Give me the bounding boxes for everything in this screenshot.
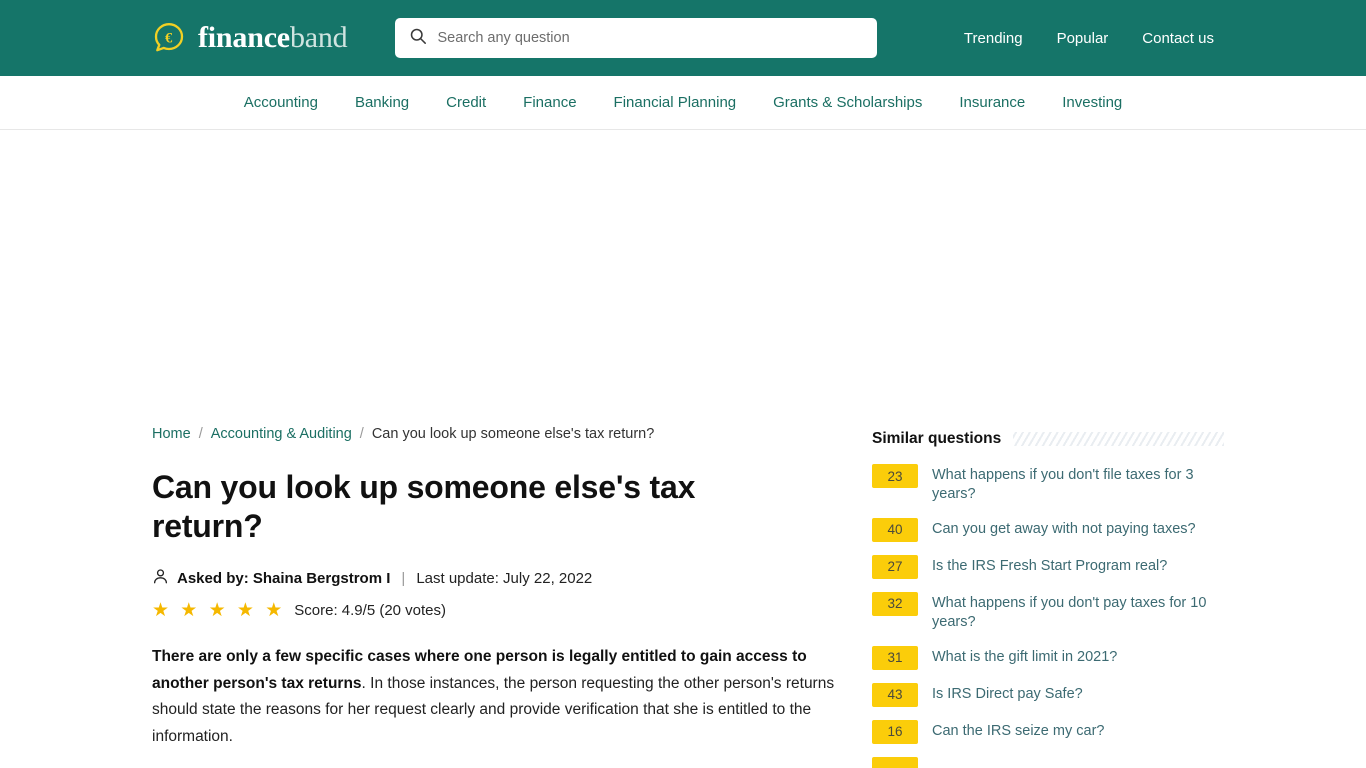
category-financial-planning[interactable]: Financial Planning	[614, 94, 737, 111]
breadcrumb: Home / Accounting & Auditing / Can you l…	[152, 426, 842, 442]
breadcrumb-home[interactable]: Home	[152, 426, 191, 442]
top-nav-popular[interactable]: Popular	[1057, 30, 1109, 47]
category-credit[interactable]: Credit	[446, 94, 486, 111]
rating-score: Score: 4.9/5 (20 votes)	[294, 602, 447, 620]
hatch-decoration	[1013, 432, 1224, 446]
star-rating-icon: ★ ★ ★ ★ ★	[152, 600, 286, 622]
site-header: € financeband Trending Popular Contact u…	[0, 0, 1366, 76]
question-link-label: What happens if you don't pay taxes for …	[932, 594, 1207, 631]
euro-speech-bubble-icon: €	[152, 21, 186, 55]
similar-questions-list: 23 What happens if you don't file taxes …	[872, 464, 1224, 768]
list-item[interactable]: 31 What is the gift limit in 2021?	[872, 645, 1224, 670]
category-finance[interactable]: Finance	[523, 94, 576, 111]
category-grants-scholarships[interactable]: Grants & Scholarships	[773, 94, 922, 111]
article-byline: Asked by: Shaina Bergstrom I | Last upda…	[152, 568, 842, 589]
site-logo[interactable]: € financeband	[152, 21, 348, 55]
similar-questions-header: Similar questions	[872, 430, 1224, 448]
breadcrumb-category[interactable]: Accounting & Auditing	[211, 426, 352, 442]
question-link-label: Is IRS Direct pay Safe?	[932, 685, 1083, 702]
svg-text:€: €	[165, 30, 173, 46]
question-link-label: What is the gift limit in 2021?	[932, 648, 1118, 665]
similar-questions-title: Similar questions	[872, 430, 1002, 447]
question-count-badge: 43	[872, 682, 918, 707]
question-count-badge: 16	[872, 719, 918, 744]
byline-separator: |	[401, 570, 406, 588]
question-count-badge: 23	[872, 464, 918, 488]
list-item[interactable]: 43 Is IRS Direct pay Safe?	[872, 682, 1224, 707]
breadcrumb-current: Can you look up someone else's tax retur…	[371, 426, 655, 442]
question-count-badge	[872, 756, 918, 768]
logo-text-light: band	[289, 21, 348, 54]
search-icon	[409, 27, 427, 50]
category-banking[interactable]: Banking	[355, 94, 409, 111]
category-accounting[interactable]: Accounting	[244, 94, 318, 111]
search-bar[interactable]	[395, 18, 878, 58]
breadcrumb-separator: /	[359, 426, 364, 442]
list-item[interactable]: 32 What happens if you don't pay taxes f…	[872, 591, 1224, 633]
article: Home / Accounting & Auditing / Can you l…	[152, 426, 842, 751]
breadcrumb-separator: /	[198, 426, 203, 442]
question-link-label: What happens if you don't file taxes for…	[932, 467, 1194, 503]
last-update: Last update: July 22, 2022	[416, 570, 593, 588]
top-nav-trending[interactable]: Trending	[964, 30, 1023, 47]
article-body: There are only a few specific cases wher…	[152, 644, 842, 751]
list-item[interactable]: 27 Is the IRS Fresh Start Program real?	[872, 554, 1224, 579]
logo-wordmark: financeband	[198, 21, 348, 54]
question-count-badge: 32	[872, 591, 918, 616]
question-count-badge: 40	[872, 517, 918, 542]
category-insurance[interactable]: Insurance	[959, 94, 1025, 111]
page-content: Home / Accounting & Auditing / Can you l…	[0, 426, 1366, 768]
rating: ★ ★ ★ ★ ★ Score: 4.9/5 (20 votes)	[152, 601, 842, 620]
category-navigation: Accounting Banking Credit Finance Financ…	[0, 76, 1366, 130]
question-link-label: Can you get away with not paying taxes?	[932, 520, 1196, 537]
article-paragraph: There are only a few specific cases wher…	[152, 644, 842, 751]
logo-text-bold: finance	[198, 21, 290, 54]
sidebar: Similar questions 23 What happens if you…	[872, 426, 1224, 768]
page-title: Can you look up someone else's tax retur…	[152, 469, 696, 545]
question-link-label: Can the IRS seize my car?	[932, 722, 1105, 739]
list-item[interactable]	[872, 756, 1224, 768]
list-item[interactable]: 40 Can you get away with not paying taxe…	[872, 517, 1224, 542]
category-investing[interactable]: Investing	[1062, 94, 1122, 111]
list-item[interactable]: 23 What happens if you don't file taxes …	[872, 464, 1224, 505]
question-count-badge: 31	[872, 645, 918, 670]
top-navigation: Trending Popular Contact us	[964, 30, 1214, 47]
list-item[interactable]: 16 Can the IRS seize my car?	[872, 719, 1224, 744]
question-count-badge: 27	[872, 554, 918, 579]
user-icon	[152, 568, 169, 589]
search-input[interactable]	[437, 18, 864, 58]
ad-slot	[0, 130, 1366, 426]
asked-by: Asked by: Shaina Bergstrom I	[177, 570, 391, 588]
question-link-label: Is the IRS Fresh Start Program real?	[932, 557, 1168, 574]
top-nav-contact-us[interactable]: Contact us	[1142, 30, 1214, 47]
